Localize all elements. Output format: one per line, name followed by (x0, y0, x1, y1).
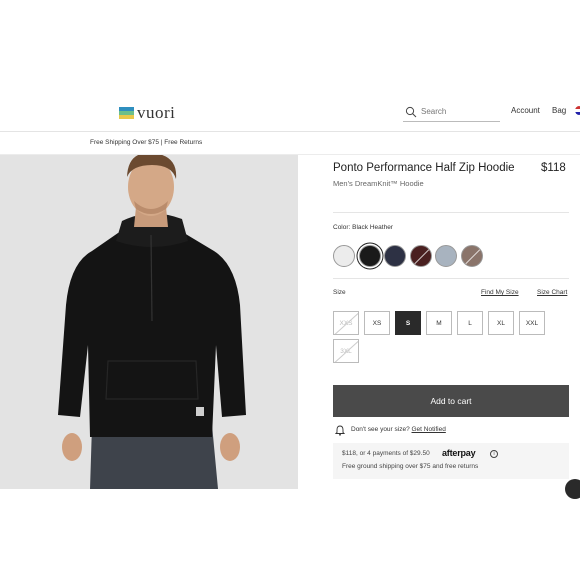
product-price: $118 (541, 162, 566, 174)
search-bar[interactable] (403, 102, 500, 122)
unavailable-slash (410, 246, 431, 266)
account-link[interactable]: Account (511, 106, 540, 115)
size-option[interactable]: L (457, 311, 483, 335)
logo-mark-icon (119, 107, 134, 119)
color-swatch[interactable] (409, 245, 432, 267)
size-option[interactable]: XXL (519, 311, 545, 335)
find-my-size-link[interactable]: Find My Size (481, 289, 519, 296)
unavailable-slash (461, 246, 482, 266)
chat-icon[interactable] (565, 479, 580, 499)
shipping-note: Free ground shipping over $75 and free r… (342, 463, 479, 470)
info-icon[interactable]: i (490, 450, 498, 458)
size-chart-link[interactable]: Size Chart (537, 289, 567, 296)
model-image (0, 155, 298, 489)
promo-banner: Free Shipping Over $75 | Free Returns (90, 139, 203, 146)
add-to-cart-button[interactable]: Add to cart (333, 385, 569, 417)
site-header: vuori Account Bag (0, 94, 580, 132)
color-swatch[interactable] (460, 245, 483, 267)
afterpay-installments: $118, or 4 payments of $29.50 (342, 450, 430, 457)
color-swatch[interactable] (435, 245, 457, 267)
color-swatch[interactable] (358, 245, 381, 267)
search-icon (405, 106, 417, 117)
size-option[interactable]: XL (488, 311, 514, 335)
bag-link[interactable]: Bag (552, 106, 566, 115)
size-label: Size (333, 289, 346, 296)
brand-logo[interactable]: vuori (119, 103, 175, 123)
search-input[interactable] (421, 107, 496, 116)
afterpay-logo: afterpay (442, 448, 476, 458)
notify-text: Don't see your size? (351, 426, 410, 433)
afterpay-panel: $118, or 4 payments of $29.50 afterpay i… (333, 443, 569, 479)
size-option[interactable]: 3XL (333, 339, 359, 363)
color-label: Color: Black Heather (333, 224, 393, 231)
color-swatch[interactable] (384, 245, 406, 267)
product-photo[interactable] (0, 155, 298, 489)
notify-message: Don't see your size? Get Notified (351, 426, 446, 433)
size-option[interactable]: S (395, 311, 421, 335)
color-swatch[interactable] (333, 245, 355, 267)
product-title: Ponto Performance Half Zip Hoodie (333, 162, 515, 174)
divider (333, 212, 569, 213)
size-option[interactable]: M (426, 311, 452, 335)
country-flag-icon[interactable] (575, 106, 580, 115)
bell-icon (335, 425, 345, 436)
get-notified-link[interactable]: Get Notified (412, 426, 446, 433)
product-subtitle: Men's DreamKnit™ Hoodie (333, 179, 424, 188)
size-option[interactable]: XS (364, 311, 390, 335)
brand-name: vuori (137, 103, 176, 122)
size-option[interactable]: XXS (333, 311, 359, 335)
divider (333, 278, 569, 279)
